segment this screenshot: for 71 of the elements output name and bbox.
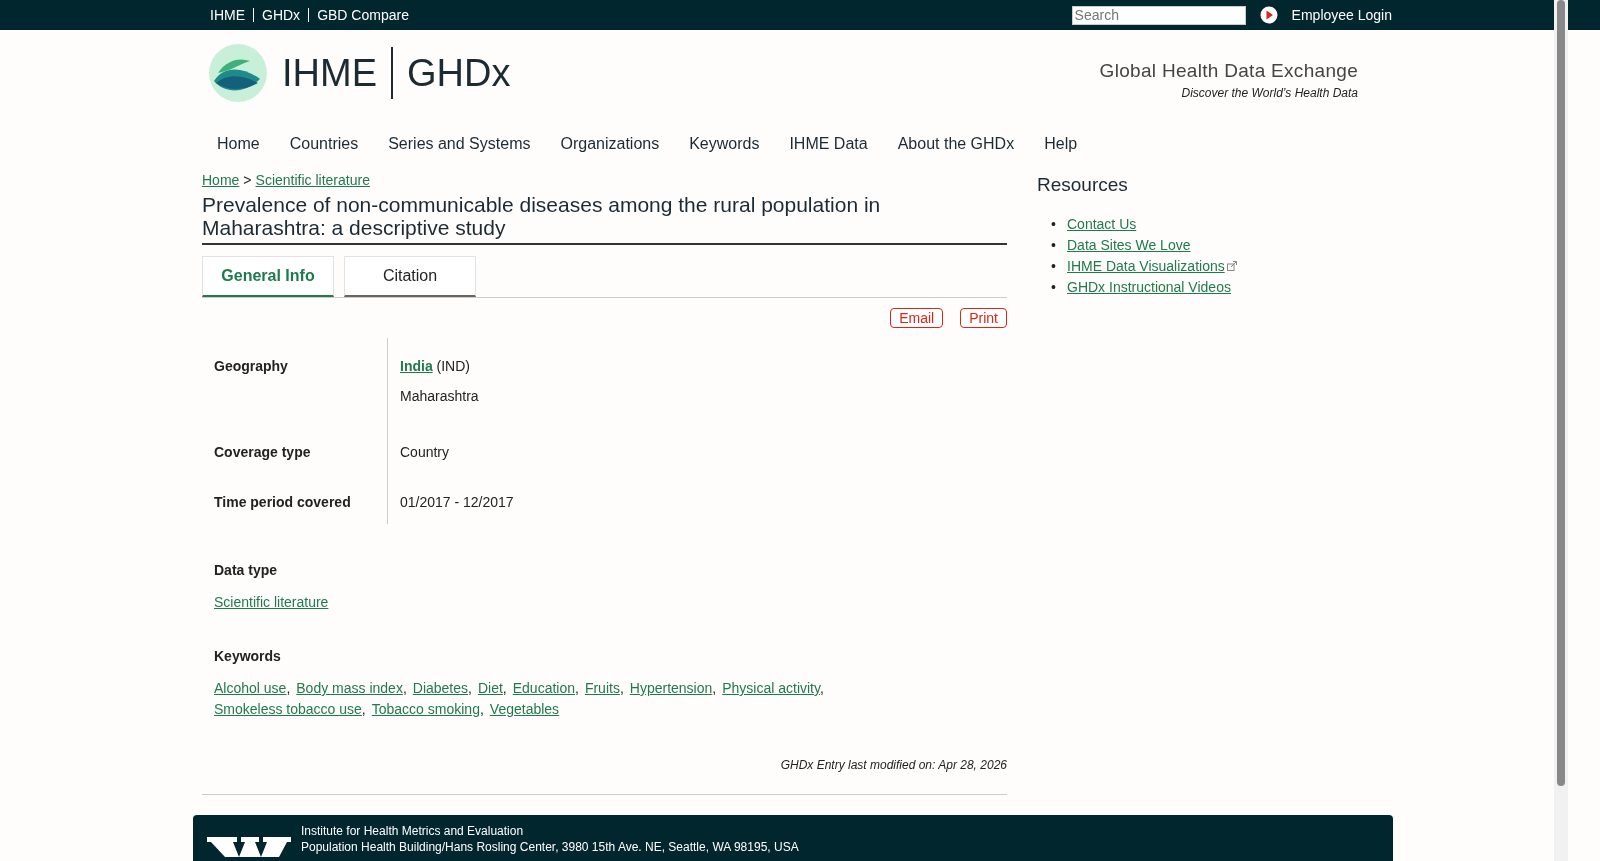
logo-text: IHME	[282, 51, 377, 95]
top-link[interactable]: GBD Compare	[308, 8, 417, 22]
keyword-link[interactable]: Fruits	[584, 680, 620, 696]
country-code: (IND)	[436, 358, 470, 374]
breadcrumb-separator: >	[243, 172, 252, 188]
bullet: •	[1051, 215, 1057, 234]
comma: ,	[712, 680, 717, 696]
comma: ,	[361, 701, 366, 717]
bullet: •	[1051, 236, 1057, 255]
comma: ,	[286, 680, 291, 696]
site-tagline: Global Health Data Exchange	[1099, 60, 1358, 82]
university-logo-icon	[207, 837, 291, 857]
nav-link[interactable]: Keywords	[674, 135, 775, 153]
resource-link[interactable]: GHDx Instructional Videos	[1067, 279, 1231, 295]
keyword-link[interactable]: Physical activity	[722, 680, 820, 696]
comma: ,	[402, 680, 407, 696]
comma: ,	[468, 680, 472, 696]
nav-link[interactable]: Help	[1029, 135, 1093, 153]
nav-link[interactable]: Series and Systems	[373, 135, 546, 153]
nav-link[interactable]: About the GHDx	[882, 135, 1030, 153]
search-field[interactable]: Search	[1071, 5, 1246, 25]
scrollbar[interactable]	[1554, 0, 1568, 861]
breadcrumb-link[interactable]: Home	[202, 172, 240, 188]
logo-text: GHDx	[407, 51, 511, 95]
page-title: Prevalence of non-communicable diseases among the rural population in Maharashtra: a descriptive study	[202, 193, 1007, 245]
data-type-link[interactable]: Scientific literature	[214, 594, 329, 610]
comma: ,	[619, 680, 624, 696]
nav-link[interactable]: Home	[202, 135, 275, 153]
resource-link[interactable]: Data Sites We Love	[1067, 237, 1191, 253]
comma: ,	[479, 701, 484, 717]
leaf-logo-icon[interactable]	[208, 43, 268, 103]
last-modified-text: GHDx Entry last modified on: Apr 28, 2026	[779, 758, 1007, 772]
field-label: Time period covered	[214, 494, 351, 510]
keyword-link[interactable]: Diet	[477, 680, 503, 696]
section-label: Data type	[214, 562, 279, 578]
keyword-link[interactable]: Smokeless tobacco use	[214, 701, 362, 717]
nav-link[interactable]: IHME Data	[774, 135, 883, 153]
region-value: Maharashtra	[400, 388, 479, 404]
field-value: Country	[400, 444, 450, 460]
breadcrumb-link[interactable]: Scientific literature	[255, 172, 370, 188]
bullet: •	[1051, 257, 1057, 276]
keyword-link[interactable]: Vegetables	[489, 701, 560, 717]
keyword-link[interactable]: Education	[512, 680, 575, 696]
top-link[interactable]: IHME	[210, 8, 253, 22]
country-link[interactable]: India	[400, 358, 433, 374]
sidebar-heading: Resources	[1037, 174, 1129, 196]
comma: ,	[502, 680, 507, 696]
section-label: Keywords	[214, 648, 282, 664]
nav-link[interactable]: Organizations	[545, 135, 675, 153]
site-subtitle: Discover the World’s Health Data	[1180, 86, 1358, 100]
field-label: Coverage type	[214, 444, 311, 460]
resource-link[interactable]: Contact Us	[1067, 216, 1137, 232]
go-icon[interactable]	[1259, 6, 1278, 24]
keyword-link[interactable]: Body mass index	[296, 680, 403, 696]
tab[interactable]: Citation	[344, 256, 476, 297]
tab[interactable]: General Info	[202, 256, 334, 297]
keyword-link[interactable]: Alcohol use	[214, 680, 287, 696]
nav-link[interactable]: Countries	[274, 135, 374, 153]
top-link[interactable]: GHDx	[253, 8, 309, 22]
action-button[interactable]: Email	[890, 308, 944, 328]
external-link-icon	[1226, 261, 1237, 271]
field-label: Geography	[214, 358, 288, 374]
action-button[interactable]: Print	[960, 308, 1007, 328]
keyword-link[interactable]: Tobacco smoking	[371, 701, 480, 717]
footer-institute: Institute for Health Metrics and Evaluation	[301, 823, 525, 839]
bullet: •	[1051, 278, 1057, 297]
resource-link[interactable]: IHME Data Visualizations	[1067, 258, 1225, 274]
field-value: 01/2017 - 12/2017	[400, 494, 514, 510]
comma: ,	[575, 680, 579, 696]
login-link[interactable]: Employee Login	[1291, 7, 1392, 23]
footer-address: Population Health Building/Hans Rosling Center, 3980 15th Ave. NE, Seattle, WA 98195, USA	[301, 839, 799, 855]
